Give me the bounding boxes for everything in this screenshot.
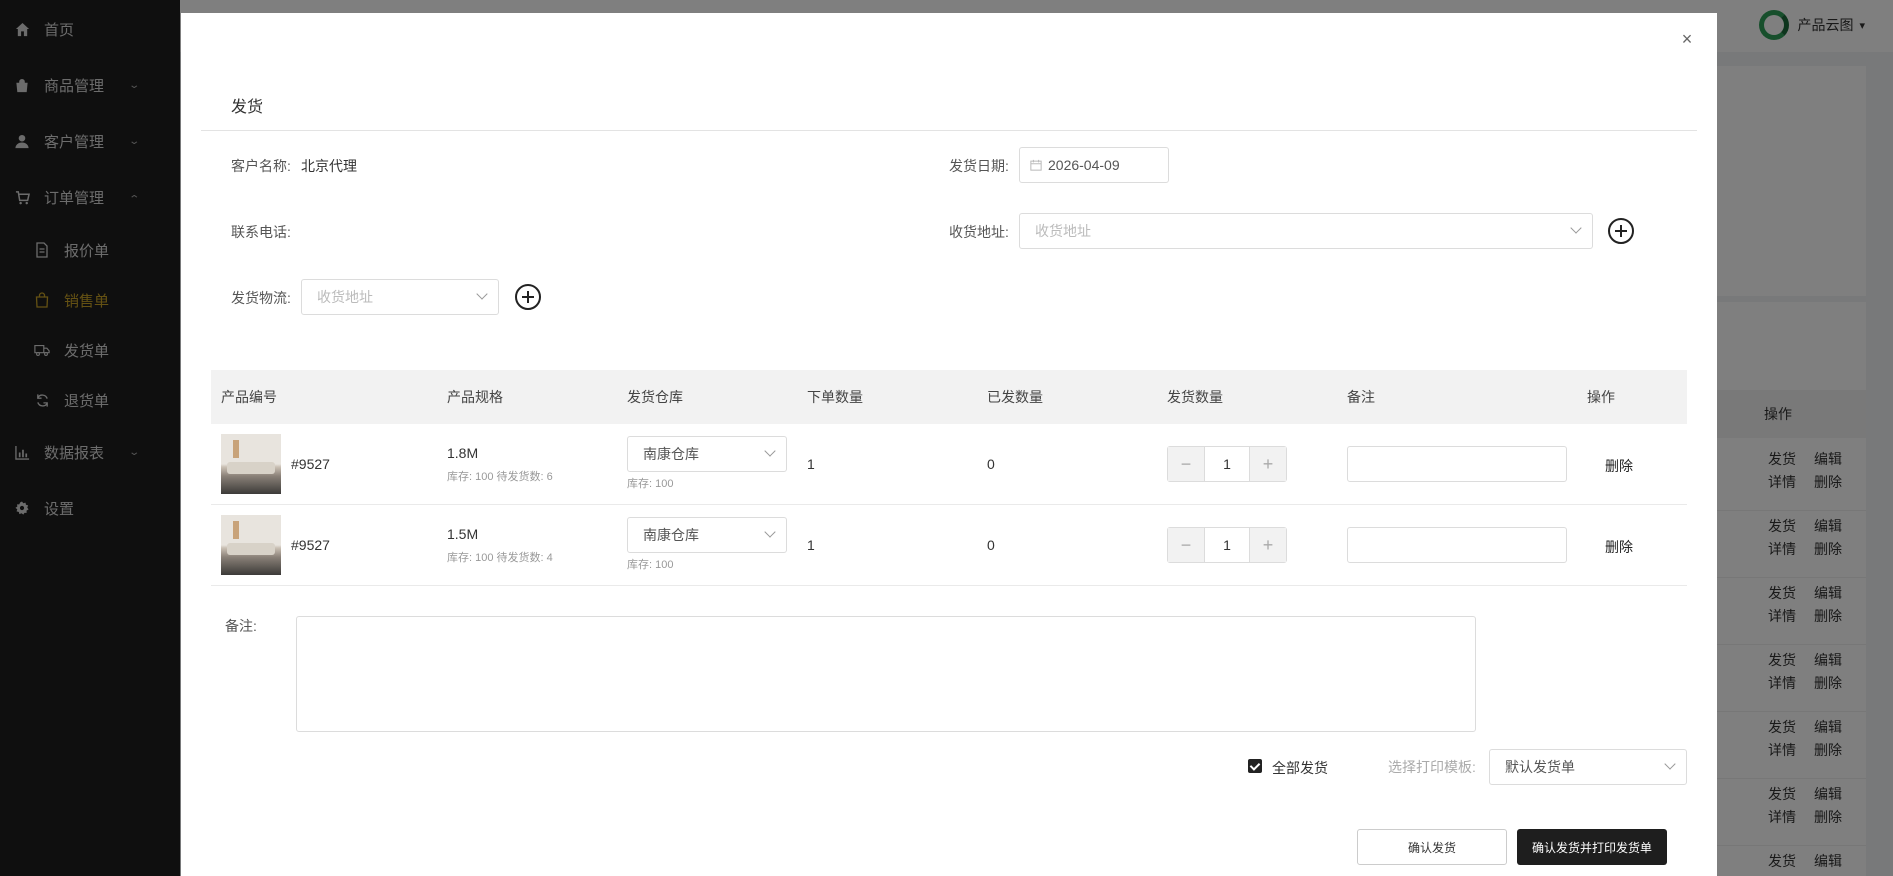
column-header: 产品编号 [221,389,277,405]
print-template-select[interactable]: 默认发货单 [1489,749,1687,785]
print-template-value: 默认发货单 [1505,759,1575,775]
ship-date-label: 发货日期: [949,158,1009,174]
warehouse-select[interactable]: 南康仓库 [627,436,787,472]
column-header: 下单数量 [807,389,863,405]
delete-row-button[interactable]: 删除 [1605,537,1633,557]
confirm-ship-print-button[interactable]: 确认发货并打印发货单 [1517,829,1667,865]
chevron-down-icon [764,445,776,457]
products-table-header: 产品编号 产品规格 发货仓库 下单数量 已发数量 发货数量 备注 操作 [211,370,1687,424]
product-code: #9527 [291,456,330,472]
shipped-qty: 0 [987,456,995,472]
warehouse-select[interactable]: 南康仓库 [627,517,787,553]
minus-icon[interactable]: − [1168,447,1204,481]
ship-date-picker[interactable]: 2026-04-09 [1019,147,1169,183]
confirm-ship-button[interactable]: 确认发货 [1357,829,1507,865]
ship-all-checkbox[interactable] [1248,759,1262,773]
add-logistics-button[interactable] [515,284,541,310]
ship-qty-value[interactable]: 1 [1204,528,1250,562]
chevron-down-icon [1570,222,1582,234]
spec-stock-info: 库存: 100 待发货数: 6 [447,471,553,483]
phone-label: 联系电话: [231,224,291,240]
table-row: #9527 1.8M 库存: 100 待发货数: 6 南康仓库 库存: 100 … [211,424,1687,505]
ordered-qty: 1 [807,537,815,553]
chevron-down-icon [764,526,776,538]
ship-all-label[interactable]: 全部发货 [1272,758,1328,778]
spec-stock-info: 库存: 100 待发货数: 4 [447,552,553,564]
row-remark-input[interactable] [1347,527,1567,563]
delete-row-button[interactable]: 删除 [1605,456,1633,476]
chevron-down-icon [1664,758,1676,770]
logistics-placeholder: 收货地址 [317,289,373,305]
customer-label: 客户名称: [231,158,291,174]
product-thumbnail [221,515,281,575]
column-header: 备注 [1347,389,1375,405]
address-label: 收货地址: [949,224,1009,240]
chevron-down-icon [476,288,488,300]
column-header: 发货数量 [1167,389,1223,405]
close-icon[interactable]: × [1677,29,1697,49]
ordered-qty: 1 [807,456,815,472]
shipped-qty: 0 [987,537,995,553]
table-row: #9527 1.5M 库存: 100 待发货数: 4 南康仓库 库存: 100 … [211,505,1687,586]
address-placeholder: 收货地址 [1035,223,1091,239]
add-address-button[interactable] [1608,218,1634,244]
logistics-select[interactable]: 收货地址 [301,279,499,315]
remark-textarea[interactable] [296,616,1476,732]
column-header: 产品规格 [447,389,503,405]
plus-icon[interactable]: + [1250,447,1286,481]
ship-date-value: 2026-04-09 [1048,157,1120,173]
product-thumbnail [221,434,281,494]
ship-qty-value[interactable]: 1 [1204,447,1250,481]
ship-modal: × 发货 客户名称: 北京代理 发货日期: 2026-04-09 联系电话: 收… [181,13,1717,876]
ship-qty-stepper: − 1 + [1167,527,1287,563]
divider [201,130,1697,131]
product-spec: 1.5M [447,526,479,542]
warehouse-stock: 库存: 100 [627,559,674,571]
row-remark-input[interactable] [1347,446,1567,482]
column-header: 已发数量 [987,389,1043,405]
ship-qty-stepper: − 1 + [1167,446,1287,482]
minus-icon[interactable]: − [1168,528,1204,562]
warehouse-value: 南康仓库 [643,446,699,462]
address-select[interactable]: 收货地址 [1019,213,1593,249]
calendar-icon [1030,159,1042,171]
column-header: 发货仓库 [627,389,683,405]
customer-value: 北京代理 [301,158,357,174]
warehouse-value: 南康仓库 [643,527,699,543]
product-spec: 1.8M [447,445,479,461]
print-template-label: 选择打印模板: [1388,759,1476,775]
product-code: #9527 [291,537,330,553]
warehouse-stock: 库存: 100 [627,478,674,490]
logistics-label: 发货物流: [231,290,291,306]
modal-title: 发货 [231,99,264,116]
remark-label: 备注: [225,618,257,634]
column-header: 操作 [1587,389,1615,405]
plus-icon[interactable]: + [1250,528,1286,562]
